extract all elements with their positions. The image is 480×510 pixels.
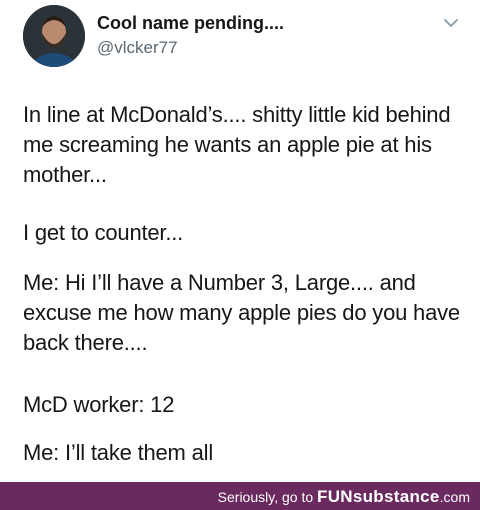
brand-suffix: .com xyxy=(439,489,470,505)
user-handle[interactable]: @vlcker77 xyxy=(97,38,178,58)
tweet-paragraph: Me: Hi I’ll have a Number 3, Large.... a… xyxy=(23,270,460,355)
funsubstance-link[interactable]: FUNsubstance xyxy=(317,487,440,506)
tweet-paragraph: McD worker: 12 xyxy=(23,392,175,417)
watermark-footer: Seriously, go to FUNsubstance.com xyxy=(0,482,480,510)
brand-bold: FUN xyxy=(317,487,353,506)
tweet-paragraph: In line at McDonald’s.... shitty little … xyxy=(23,102,451,187)
avatar-image xyxy=(23,5,85,67)
brand-rest: substance xyxy=(352,487,440,506)
watermark-text: Seriously, go to FUNsubstance.com xyxy=(218,487,470,507)
watermark-prefix: Seriously, go to xyxy=(217,489,318,505)
tweet-paragraph: I get to counter... xyxy=(23,220,184,245)
avatar[interactable] xyxy=(23,5,85,67)
tweet-paragraph: Me: I’ll take them all xyxy=(23,440,214,465)
chevron-down-icon[interactable] xyxy=(441,16,461,30)
tweet-header: Cool name pending.... @vlcker77 xyxy=(0,0,480,80)
display-name[interactable]: Cool name pending.... xyxy=(97,13,284,34)
